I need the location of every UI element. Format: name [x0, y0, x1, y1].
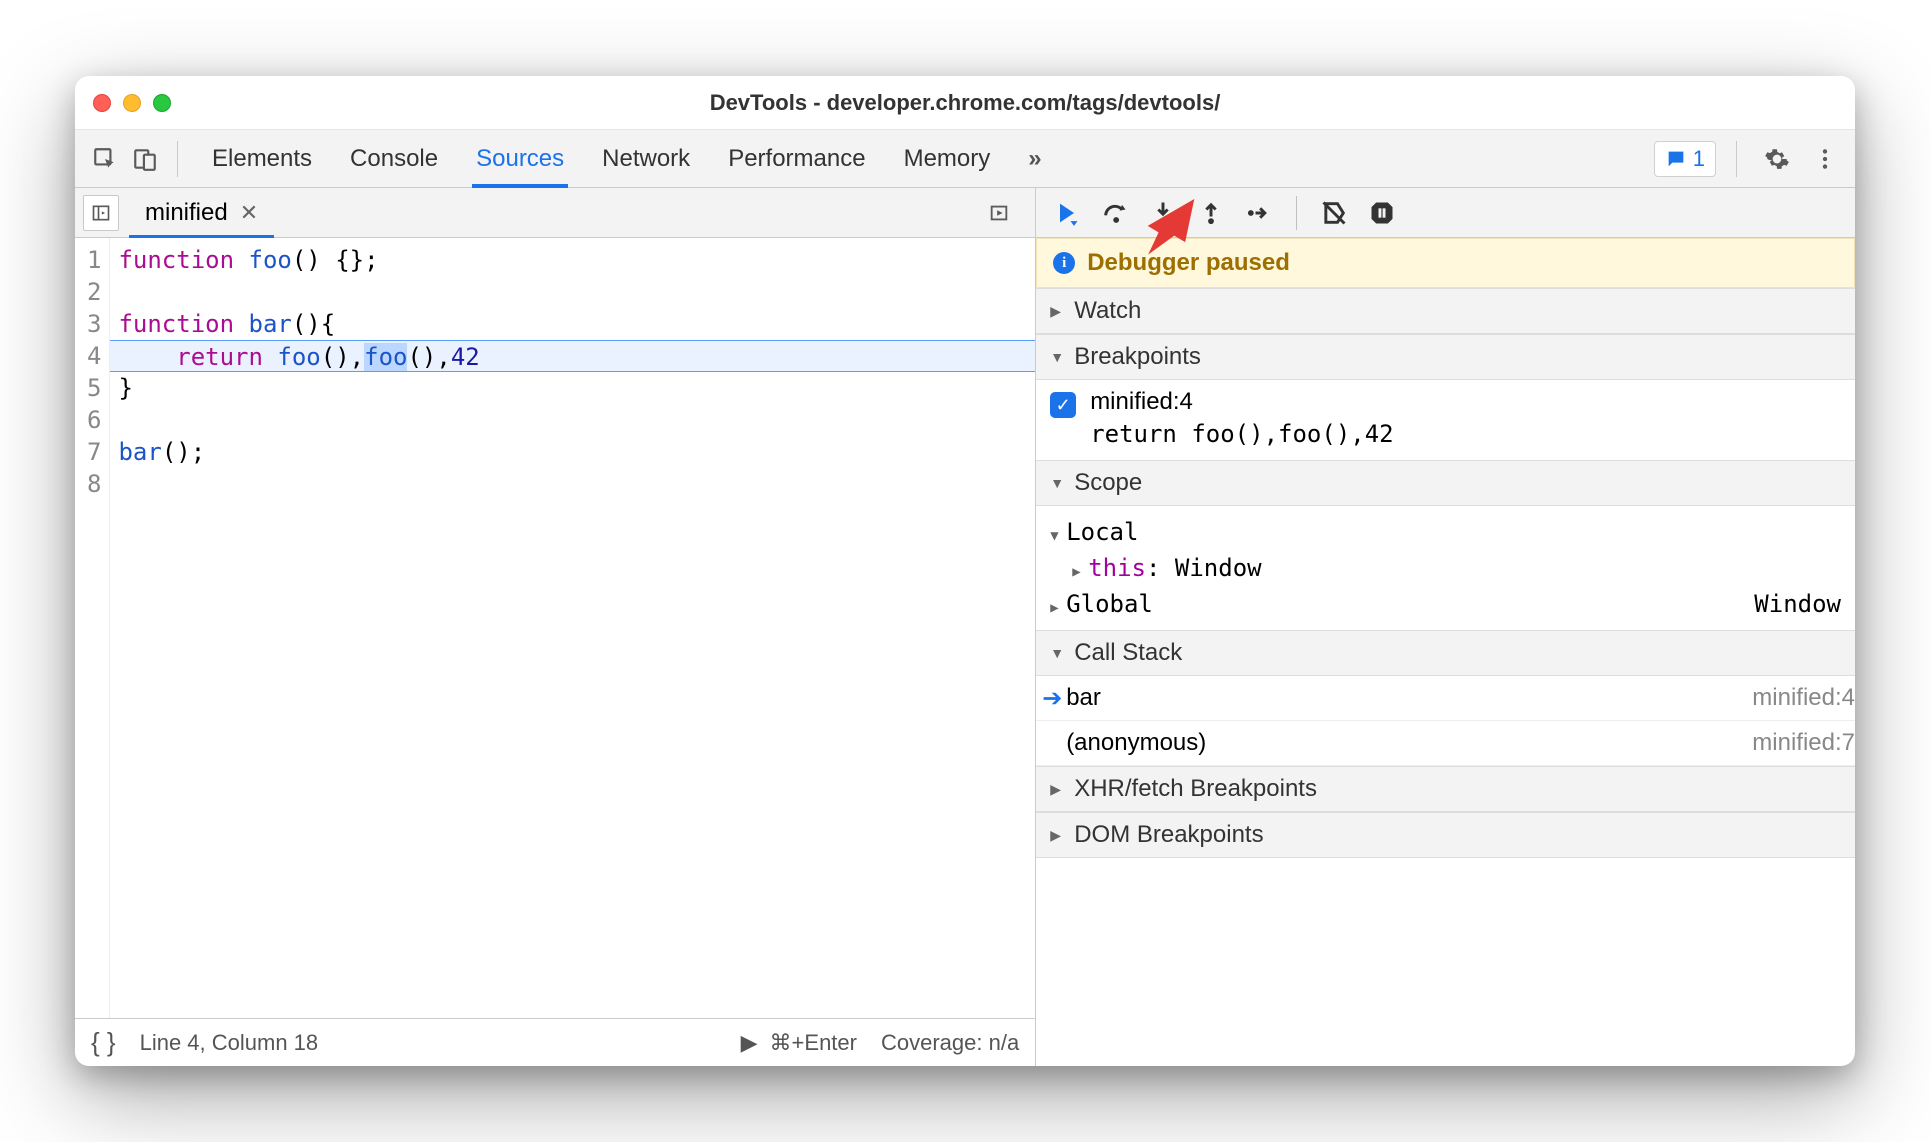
close-window-button[interactable]: [93, 94, 111, 112]
main-toolbar: Elements Console Sources Network Perform…: [75, 130, 1855, 188]
scope-global[interactable]: Global Window: [1050, 586, 1841, 622]
deactivate-breakpoints-button[interactable]: [1315, 194, 1353, 232]
scope-local[interactable]: Local: [1050, 514, 1841, 550]
paused-text: Debugger paused: [1087, 249, 1290, 277]
tab-memory[interactable]: Memory: [902, 130, 993, 187]
breakpoint-item[interactable]: ✓ minified:4 return foo(),foo(),42: [1050, 388, 1841, 448]
tab-performance[interactable]: Performance: [726, 130, 867, 187]
scope-body: Local this: Window Global Window: [1036, 506, 1855, 630]
debugger-panel: i Debugger paused Watch Breakpoints ✓ mi…: [1036, 188, 1855, 1066]
inspect-element-icon[interactable]: [85, 139, 125, 179]
window-title: DevTools - developer.chrome.com/tags/dev…: [75, 90, 1855, 116]
step-button[interactable]: [1240, 194, 1278, 232]
stack-frame[interactable]: (anonymous)minified:7: [1036, 721, 1855, 766]
disclosure-icon: [1050, 475, 1066, 491]
show-navigator-icon[interactable]: [83, 195, 119, 231]
breakpoint-location: minified:4: [1090, 388, 1393, 416]
breakpoints-section-header[interactable]: Breakpoints: [1036, 334, 1855, 380]
source-tabs-bar: minified ✕: [75, 188, 1035, 238]
minimize-window-button[interactable]: [123, 94, 141, 112]
call-stack-section-header[interactable]: Call Stack: [1036, 630, 1855, 676]
disclosure-icon: [1050, 781, 1066, 798]
step-out-button[interactable]: [1192, 194, 1230, 232]
window-controls: [93, 94, 171, 112]
debugger-toolbar: [1036, 188, 1855, 238]
call-stack-body: ➔barminified:4(anonymous)minified:7: [1036, 676, 1855, 766]
disclosure-icon: [1050, 349, 1066, 365]
run-shortcut: ⌘+Enter: [770, 1030, 857, 1056]
tab-overflow[interactable]: »: [1026, 130, 1043, 187]
step-into-button[interactable]: [1144, 194, 1182, 232]
tab-elements[interactable]: Elements: [210, 130, 314, 187]
sources-panel: minified ✕ 12345678 function foo() {};fu…: [75, 188, 1036, 1066]
step-over-button[interactable]: [1096, 194, 1134, 232]
xhr-breakpoints-section-header[interactable]: XHR/fetch Breakpoints: [1036, 766, 1855, 812]
stack-frame[interactable]: ➔barminified:4: [1036, 676, 1855, 721]
source-file-tab[interactable]: minified ✕: [129, 188, 274, 237]
divider: [1736, 141, 1737, 177]
scope-section-header[interactable]: Scope: [1036, 460, 1855, 506]
kebab-menu-icon[interactable]: [1805, 139, 1845, 179]
tab-console[interactable]: Console: [348, 130, 440, 187]
maximize-window-button[interactable]: [153, 94, 171, 112]
breakpoint-code: return foo(),foo(),42: [1090, 420, 1393, 448]
devtools-window: DevTools - developer.chrome.com/tags/dev…: [75, 76, 1855, 1066]
divider: [177, 141, 178, 177]
disclosure-icon: [1050, 303, 1066, 320]
editor-statusbar: { } Line 4, Column 18 ▶ ⌘+Enter Coverage…: [75, 1018, 1035, 1066]
tab-network[interactable]: Network: [600, 130, 692, 187]
issues-badge[interactable]: 1: [1654, 141, 1716, 177]
watch-section-header[interactable]: Watch: [1036, 288, 1855, 334]
dom-breakpoints-section-header[interactable]: DOM Breakpoints: [1036, 812, 1855, 858]
code-content[interactable]: function foo() {};function bar(){ return…: [110, 238, 1035, 1018]
disclosure-icon: [1050, 645, 1066, 661]
issues-count: 1: [1693, 146, 1705, 172]
main-area: minified ✕ 12345678 function foo() {};fu…: [75, 188, 1855, 1066]
close-tab-icon[interactable]: ✕: [240, 200, 258, 226]
paused-banner: i Debugger paused: [1036, 238, 1855, 288]
breakpoint-checkbox[interactable]: ✓: [1050, 392, 1076, 418]
disclosure-icon: [1050, 827, 1066, 844]
cursor-position: Line 4, Column 18: [140, 1030, 319, 1056]
scope-this[interactable]: this: Window: [1050, 550, 1841, 586]
pause-on-exceptions-button[interactable]: [1363, 194, 1401, 232]
coverage-status: Coverage: n/a: [881, 1030, 1019, 1056]
breakpoints-body: ✓ minified:4 return foo(),foo(),42: [1036, 380, 1855, 460]
tab-sources[interactable]: Sources: [474, 130, 566, 187]
more-tabs-icon[interactable]: [981, 195, 1017, 231]
resume-button[interactable]: [1048, 194, 1086, 232]
source-file-name: minified: [145, 199, 228, 227]
code-editor[interactable]: 12345678 function foo() {};function bar(…: [75, 238, 1035, 1018]
info-icon: i: [1053, 252, 1075, 274]
format-icon[interactable]: { }: [91, 1027, 116, 1058]
panel-tabs: Elements Console Sources Network Perform…: [210, 130, 1044, 187]
run-snippet-icon[interactable]: ▶: [741, 1030, 758, 1056]
line-gutter: 12345678: [75, 238, 110, 1018]
titlebar: DevTools - developer.chrome.com/tags/dev…: [75, 76, 1855, 130]
divider: [1296, 196, 1297, 230]
settings-icon[interactable]: [1757, 139, 1797, 179]
device-toggle-icon[interactable]: [125, 139, 165, 179]
